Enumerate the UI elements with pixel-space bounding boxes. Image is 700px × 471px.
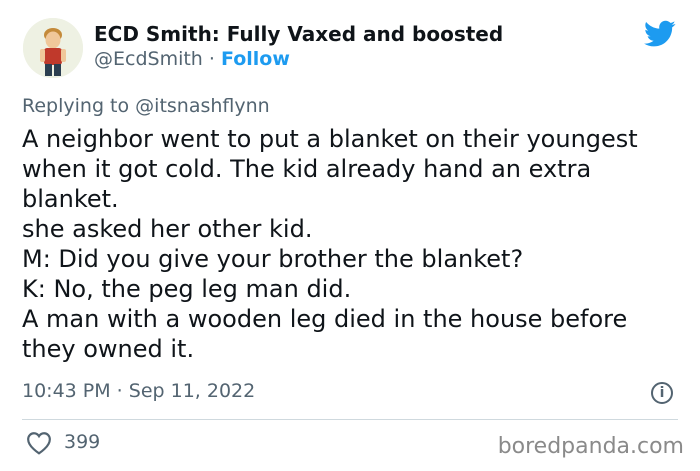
avatar[interactable] xyxy=(23,18,83,78)
tweet-timestamp[interactable]: 10:43 PM · Sep 11, 2022 xyxy=(22,380,255,402)
info-icon[interactable]: i xyxy=(651,382,673,404)
follow-button[interactable]: Follow xyxy=(221,48,290,70)
tweet-line: A neighbor went to put a blanket on thei… xyxy=(22,125,638,153)
like-count: 399 xyxy=(64,431,101,453)
tweet-line: they owned it. xyxy=(22,335,195,363)
watermark: boredpanda.com xyxy=(497,434,684,459)
reply-handle-link[interactable]: @itsnashflynn xyxy=(135,95,270,117)
tweet-line: she asked her other kid. xyxy=(22,215,313,243)
tweet-line: when it got cold. The kid already hand a… xyxy=(22,155,592,183)
tweet-line: M: Did you give your brother the blanket… xyxy=(22,245,524,273)
avatar-cartoon-man-icon xyxy=(23,18,83,78)
separator-dot: · xyxy=(208,48,215,70)
divider xyxy=(22,419,678,420)
handle-row: @EcdSmith · Follow xyxy=(94,48,290,70)
replying-to: Replying to @itsnashflynn xyxy=(22,95,270,117)
tweet-text: A neighbor went to put a blanket on thei… xyxy=(22,124,687,364)
tweet-line: blanket. xyxy=(22,185,119,213)
display-name[interactable]: ECD Smith: Fully Vaxed and boosted xyxy=(94,22,503,46)
replying-to-label: Replying to xyxy=(22,95,130,117)
tweet-line: K: No, the peg leg man did. xyxy=(22,275,352,303)
tweet-line: A man with a wooden leg died in the hous… xyxy=(22,305,628,333)
heart-icon[interactable] xyxy=(26,431,52,455)
twitter-bird-icon[interactable] xyxy=(644,20,676,48)
user-handle[interactable]: @EcdSmith xyxy=(94,48,203,70)
